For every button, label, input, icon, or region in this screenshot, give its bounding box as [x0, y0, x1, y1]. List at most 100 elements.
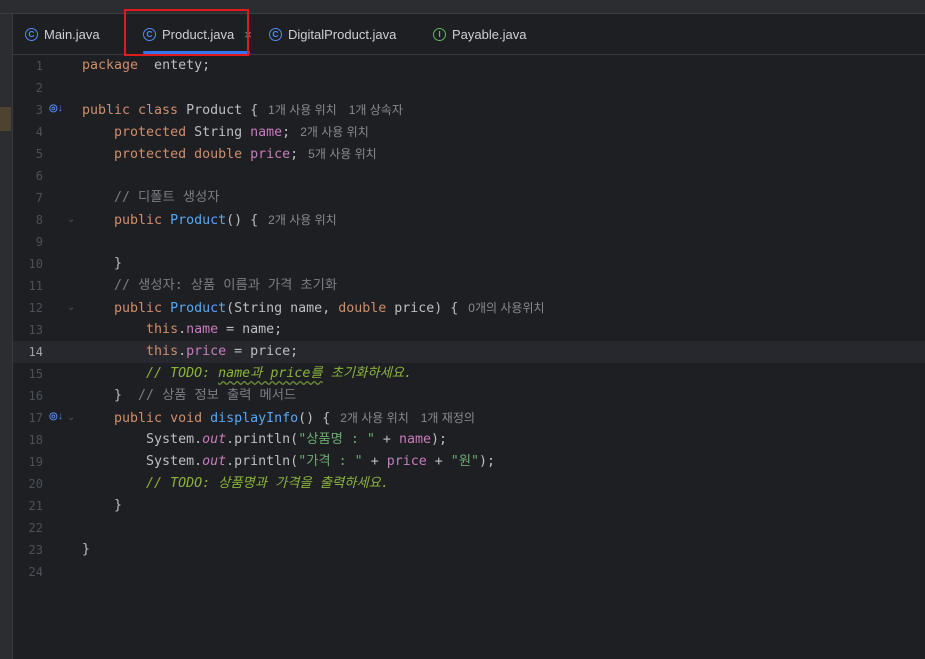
code-editor[interactable]: 1 package entety; 2 3 ◎↓ public class Product… — [13, 55, 925, 659]
code-token: . — [178, 322, 187, 337]
code-line[interactable]: 10 } — [13, 253, 925, 275]
code-token: ); — [479, 454, 496, 469]
code-line[interactable]: 1 package entety; — [13, 55, 925, 77]
code-line[interactable]: 21 } — [13, 495, 925, 517]
code-line[interactable]: 14 this.price = price; — [13, 341, 925, 363]
usage-hint[interactable]: 1개 사용 위치 — [268, 103, 337, 117]
code-line[interactable]: 12 ⌄ public Product(String name, double p… — [13, 297, 925, 319]
code-text: this.price = price; — [82, 341, 298, 363]
code-token: () { — [298, 411, 331, 426]
code-line[interactable]: 20 // TODO: 상품명과 가격을 출력하세요. — [13, 473, 925, 495]
line-number: 22 — [28, 521, 43, 535]
code-token: + — [374, 432, 399, 447]
code-token: price — [186, 344, 227, 359]
line-number: 1 — [35, 59, 43, 73]
highlight-box — [124, 9, 249, 56]
tab-main-java[interactable]: C Main.java — [25, 14, 100, 54]
line-number: 20 — [28, 477, 43, 491]
usage-hint[interactable]: 2개 사용 위치 — [340, 411, 409, 425]
code-token: () { — [226, 213, 259, 228]
line-number: 5 — [35, 147, 43, 161]
code-token: + — [426, 454, 451, 469]
fold-chevron-icon[interactable]: ⌄ — [67, 297, 75, 319]
code-token: public — [114, 301, 171, 316]
code-token: public — [114, 213, 171, 228]
code-line[interactable]: 22 — [13, 517, 925, 539]
code-token: + — [362, 454, 387, 469]
code-text: public Product(String name, double price… — [82, 297, 545, 320]
line-number: 12 — [28, 301, 43, 315]
line-number: 2 — [35, 81, 43, 95]
code-token: (String name, — [226, 301, 339, 316]
code-line[interactable]: 23} — [13, 539, 925, 561]
code-line[interactable]: 4 protected String name; 2개 사용 위치 — [13, 121, 925, 143]
code-text: // 생성자: 상품 이름과 가격 초기화 — [82, 275, 337, 297]
line-number: 17 — [28, 411, 43, 425]
code-line[interactable]: 5 protected double price; 5개 사용 위치 — [13, 143, 925, 165]
code-token: } — [82, 542, 91, 557]
code-line[interactable]: 24 — [13, 561, 925, 583]
code-token: ; — [282, 125, 291, 140]
code-line[interactable]: 3 ◎↓ public class Product {1개 사용 위치 1개 상속자 — [13, 99, 925, 121]
code-line[interactable]: 13 this.name = name; — [13, 319, 925, 341]
left-tool-strip — [0, 14, 13, 659]
tool-window-marker[interactable] — [0, 107, 11, 131]
code-line[interactable]: 8 ⌄ public Product() {2개 사용 위치 — [13, 209, 925, 231]
code-token: String — [194, 125, 251, 140]
code-text: } — [82, 495, 122, 517]
code-token: price — [386, 454, 427, 469]
tab-digitalproduct-java[interactable]: C DigitalProduct.java — [269, 14, 396, 54]
line-number: 8 — [35, 213, 43, 227]
code-token: System. — [82, 432, 203, 447]
line-number: 15 — [28, 367, 43, 381]
tab-payable-java[interactable]: I Payable.java — [433, 14, 526, 54]
code-token: double — [338, 301, 395, 316]
code-token: name과 price를 — [218, 366, 323, 381]
code-line[interactable]: 11 // 생성자: 상품 이름과 가격 초기화 — [13, 275, 925, 297]
code-line[interactable]: 9 — [13, 231, 925, 253]
code-token: 초기화하세요. — [322, 366, 413, 381]
usage-hint[interactable]: 2개 사용 위치 — [268, 213, 337, 227]
class-icon: C — [269, 27, 282, 41]
code-text: public void displayInfo() {2개 사용 위치 1개 재정… — [82, 407, 475, 430]
code-token: ; — [290, 147, 299, 162]
fold-chevron-icon[interactable]: ⌄ — [67, 209, 75, 231]
code-token: this — [146, 322, 179, 337]
code-line[interactable]: 17 ◎↓ ⌄ public void displayInfo() {2개 사용 위… — [13, 407, 925, 429]
code-line[interactable]: 16 } // 상품 정보 출력 메서드 — [13, 385, 925, 407]
implemented-overridden-icon[interactable]: ◎↓ — [49, 411, 63, 422]
usage-hint[interactable]: 1개 재정의 — [421, 411, 475, 425]
code-line[interactable]: 7 // 디폴트 생성자 — [13, 187, 925, 209]
code-line[interactable]: 2 — [13, 77, 925, 99]
usage-hint[interactable]: 5개 사용 위치 — [308, 147, 377, 161]
code-line[interactable]: 19 System.out.println("가격 : " + price + … — [13, 451, 925, 473]
code-line[interactable]: 15 // TODO: name과 price를 초기화하세요. — [13, 363, 925, 385]
code-token: } — [82, 388, 139, 403]
line-number: 11 — [28, 279, 43, 293]
code-token: price) { — [394, 301, 459, 316]
implemented-overridden-icon[interactable]: ◎↓ — [49, 103, 63, 114]
code-token: ); — [430, 432, 447, 447]
line-number: 4 — [35, 125, 43, 139]
line-number: 18 — [28, 433, 43, 447]
code-text: } // 상품 정보 출력 메서드 — [82, 385, 296, 407]
line-number: 10 — [28, 257, 43, 271]
usage-hint[interactable]: 1개 상속자 — [349, 103, 403, 117]
code-token: .println( — [226, 432, 299, 447]
code-text: } — [82, 539, 90, 561]
fold-chevron-icon[interactable]: ⌄ — [67, 407, 75, 429]
usage-hint[interactable]: 2개 사용 위치 — [300, 125, 369, 139]
code-text: public Product() {2개 사용 위치 — [82, 209, 337, 232]
usage-hint[interactable]: 0개의 사용위치 — [468, 301, 544, 315]
code-line[interactable]: 6 — [13, 165, 925, 187]
code-token: "원" — [450, 454, 480, 469]
code-text: // TODO: 상품명과 가격을 출력하세요. — [82, 473, 389, 495]
code-line[interactable]: 18 System.out.println("상품명 : " + name); — [13, 429, 925, 451]
code-token: out — [202, 454, 227, 469]
